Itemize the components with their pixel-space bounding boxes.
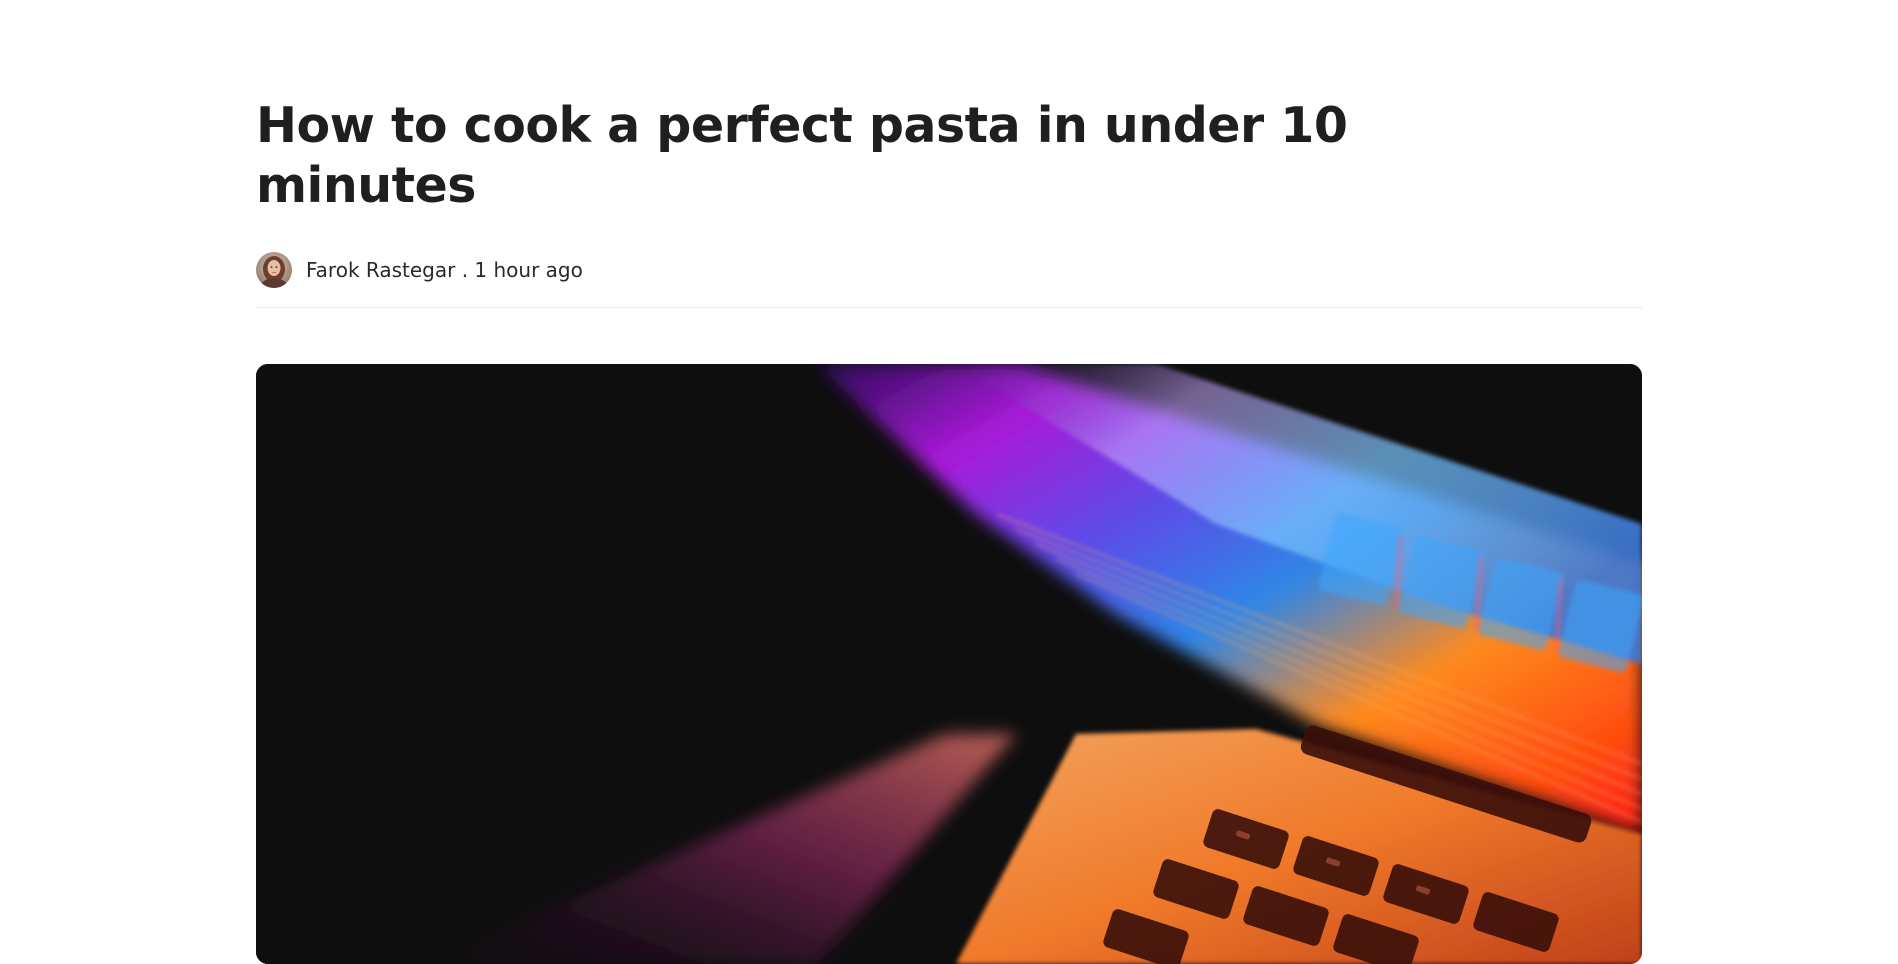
author-name[interactable]: Farok Rastegar [306,258,455,282]
avatar-photo-icon [256,252,292,288]
meta-divider [256,307,1642,308]
author-line: Farok Rastegar . 1 hour ago [306,258,583,282]
article-title: How to cook a perfect pasta in under 10 … [256,97,1348,214]
hero-image [256,364,1642,964]
published-time: 1 hour ago [474,258,583,282]
laptop-photo-icon [256,364,1642,964]
meta-separator: . [455,258,475,282]
article-meta: Farok Rastegar . 1 hour ago [256,252,583,288]
author-avatar[interactable] [256,252,292,288]
